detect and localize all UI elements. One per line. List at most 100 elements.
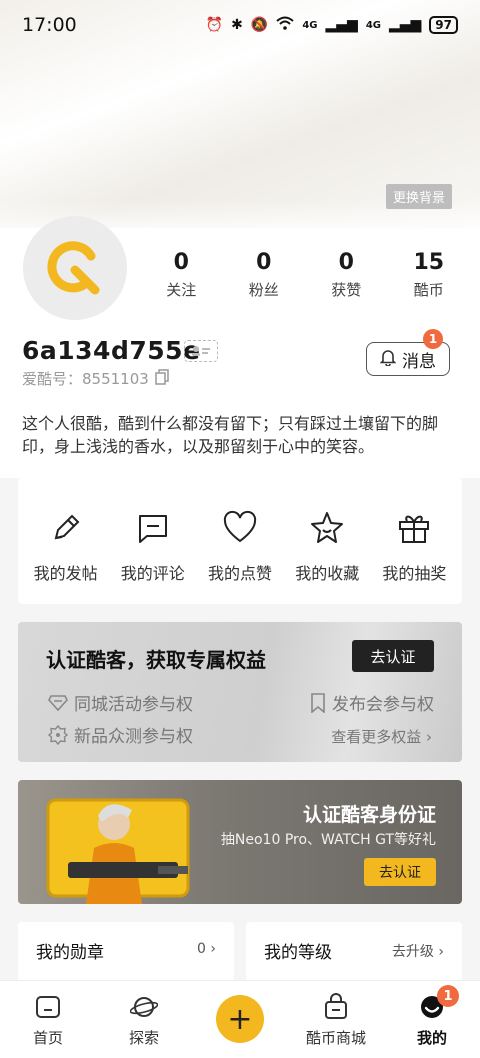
action-label: 我的收藏 xyxy=(295,564,360,583)
stat-number: 0 xyxy=(256,250,272,275)
tab-me[interactable]: 1 我的 xyxy=(387,985,477,1048)
comment-icon xyxy=(138,515,167,543)
stats-row: 0 关注 0 粉丝 0 获赞 15 酷币 xyxy=(140,250,470,300)
bottom-tab-bar: 首页 探索 + 酷币商城 1 我的 xyxy=(0,980,480,1058)
badge-icon xyxy=(48,724,68,745)
signal-bars-icon: ▂▄▆ xyxy=(325,17,358,33)
cert-button[interactable]: 去认证 xyxy=(352,640,434,672)
perk-label: 发布会参与权 xyxy=(332,695,434,715)
status-icons: ⏰ ✱ 🔕 4G ▂▄▆ 4G ▂▄▆ 97 xyxy=(206,16,458,34)
chevron-right-icon: › xyxy=(426,728,432,746)
stat-label: 获赞 xyxy=(331,281,362,299)
bluetooth-icon: ✱ xyxy=(231,17,243,33)
home-icon xyxy=(36,996,60,1018)
tab-label: 我的 xyxy=(416,1029,447,1047)
level-value-wrap: 去升级 › xyxy=(392,938,444,961)
heart-icon xyxy=(223,510,257,543)
message-badge: 1 xyxy=(423,329,443,349)
planet-icon xyxy=(130,997,158,1017)
stat-label: 粉丝 xyxy=(248,281,279,299)
my-lottery-button[interactable]: 我的抽奖 xyxy=(371,478,458,604)
gift-icon xyxy=(399,515,430,543)
perk-label: 同城活动参与权 xyxy=(74,695,193,715)
bookmark-icon xyxy=(311,692,325,713)
pen-icon xyxy=(54,514,80,540)
user-bio: 这个人很酷，酷到什么都没有留下；只有踩过土壤留下的脚印，身上浅浅的香水，以及那留… xyxy=(22,414,439,456)
bell-icon xyxy=(379,348,397,371)
banner-character-illustration xyxy=(46,798,190,904)
alarm-icon: ⏰ xyxy=(205,17,224,33)
cert-title: 认证酷客，获取专属权益 xyxy=(46,648,266,672)
tab-label: 首页 xyxy=(32,1029,63,1047)
my-medals-card[interactable]: 我的勋章 0 › xyxy=(18,922,234,982)
status-bar: 17:00 ⏰ ✱ 🔕 4G ▂▄▆ 4G ▂▄▆ 97 xyxy=(0,0,480,50)
my-likes-button[interactable]: 我的点赞 xyxy=(196,478,283,604)
message-label: 消息 xyxy=(402,351,436,372)
tab-create[interactable]: + xyxy=(195,993,285,1043)
more-benefits-link[interactable]: 查看更多权益 › xyxy=(331,726,432,747)
more-label: 查看更多权益 xyxy=(331,728,422,746)
tab-home[interactable]: 首页 xyxy=(3,993,93,1048)
stat-followers[interactable]: 0 粉丝 xyxy=(224,250,304,300)
perk-product-testing: 新品众测参与权 xyxy=(48,722,193,747)
medal-title: 我的勋章 xyxy=(36,943,104,963)
id-card-banner[interactable]: 认证酷客身份证 抽Neo10 Pro、WATCH GT等好礼 去认证 xyxy=(18,780,462,904)
action-label: 我的发帖 xyxy=(33,564,98,583)
signal-icon-2: 4G xyxy=(365,19,381,31)
banner-title: 认证酷客身份证 xyxy=(302,804,436,826)
action-label: 我的评论 xyxy=(120,564,185,583)
tab-badge: 1 xyxy=(437,985,459,1007)
stat-following[interactable]: 0 关注 xyxy=(141,250,221,300)
username: 6a134d755e xyxy=(22,336,201,365)
certification-card[interactable]: 认证酷客，获取专属权益 去认证 同城活动参与权 发布会参与权 新品众测参与权 查… xyxy=(18,622,462,762)
banner-cert-button[interactable]: 去认证 xyxy=(364,858,436,886)
action-label: 我的抽奖 xyxy=(382,564,447,583)
tab-coin-store[interactable]: 酷币商城 xyxy=(291,993,381,1048)
stat-number: 0 xyxy=(173,250,189,275)
mute-icon: 🔕 xyxy=(250,17,269,33)
copy-icon[interactable] xyxy=(155,368,169,389)
shopping-bag-icon xyxy=(325,993,347,1019)
tab-label: 探索 xyxy=(128,1029,159,1047)
stat-likes[interactable]: 0 获赞 xyxy=(306,250,386,300)
avatar[interactable] xyxy=(23,216,127,320)
battery-icon: 97 xyxy=(429,16,458,34)
perk-local-events: 同城活动参与权 xyxy=(48,690,193,715)
my-favorites-button[interactable]: 我的收藏 xyxy=(284,478,371,604)
my-comments-button[interactable]: 我的评论 xyxy=(109,478,196,604)
diamond-icon xyxy=(48,694,68,711)
message-button[interactable]: 消息 1 xyxy=(366,329,450,376)
tab-label: 酷币商城 xyxy=(305,1029,366,1047)
stat-number: 0 xyxy=(338,250,354,275)
banner-subtitle: 抽Neo10 Pro、WATCH GT等好礼 xyxy=(220,832,436,848)
status-time: 17:00 xyxy=(22,14,77,36)
my-posts-button[interactable]: 我的发帖 xyxy=(22,478,109,604)
change-background-button[interactable]: 更换背景 xyxy=(385,184,452,209)
level-title: 我的等级 xyxy=(264,943,332,963)
medal-value: 0 xyxy=(197,941,206,957)
chevron-right-icon: › xyxy=(438,944,444,960)
coolapk-logo-icon xyxy=(47,241,100,295)
perk-launch-event: 发布会参与权 xyxy=(310,690,434,715)
user-id: 爱酷号：8551103 xyxy=(22,368,169,389)
profile-section: 0 关注 0 粉丝 0 获赞 15 酷币 6a134d755e 爱酷号：8551… xyxy=(0,216,480,478)
action-label: 我的点赞 xyxy=(208,564,273,583)
medal-value-wrap: 0 › xyxy=(197,938,216,957)
user-id-text: 爱酷号：8551103 xyxy=(22,370,149,388)
my-level-card[interactable]: 我的等级 去升级 › xyxy=(246,922,462,982)
action-grid: 我的发帖 我的评论 我的点赞 我的收藏 我的抽奖 xyxy=(18,478,462,604)
stat-label: 关注 xyxy=(166,281,197,299)
perk-label: 新品众测参与权 xyxy=(74,727,193,747)
signal-bars-icon-2: ▂▄▆ xyxy=(388,17,422,33)
chevron-right-icon: › xyxy=(210,941,216,957)
stat-coins[interactable]: 15 酷币 xyxy=(389,250,469,300)
stat-number: 15 xyxy=(413,250,445,275)
star-icon xyxy=(311,512,344,543)
stat-label: 酷币 xyxy=(413,281,444,299)
id-card-icon[interactable] xyxy=(184,340,218,362)
wifi-icon xyxy=(276,16,294,34)
signal-icon: 4G xyxy=(302,19,318,31)
tab-explore[interactable]: 探索 xyxy=(99,993,189,1048)
level-value: 去升级 xyxy=(391,944,434,960)
plus-icon: + xyxy=(216,995,264,1043)
